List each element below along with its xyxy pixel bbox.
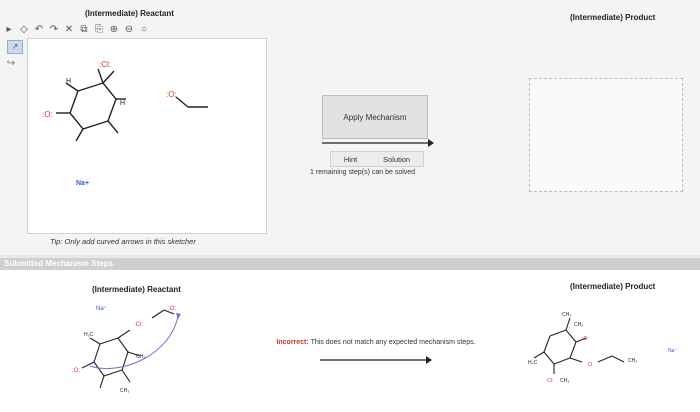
chlorine-atom-label: :Cl: <box>99 60 111 69</box>
chlorine-atom-label: :Cl: <box>134 322 143 328</box>
methyl-label: H₃C <box>528 360 538 366</box>
oxygen-atom-label: :O: <box>42 110 53 119</box>
submitted-reactant-structure: Na⁺ :Cl: H₃C :O: :O: CH₃ CH₃ <box>72 305 181 394</box>
submitted-product-structure: CH₃ CH₃ :O: H₃C :Cl: CH₃ O CH₃ Na⁺ <box>528 312 677 384</box>
sketcher-sidebar: ↗ ↪ <box>6 38 26 208</box>
ethoxide-oxygen-label: :O: <box>168 306 176 312</box>
redo-icon[interactable]: ↷ <box>49 24 59 35</box>
undo-icon[interactable]: ↶ <box>34 24 44 35</box>
oxygen-atom-label: :O: <box>72 368 80 374</box>
sketcher-tip: Tip: Only add curved arrows in this sket… <box>50 237 196 246</box>
curved-arrow-icon[interactable]: ↪ <box>6 58 16 69</box>
sketcher-canvas[interactable]: :Cl: :O: :O: H H Na+ <box>27 38 267 234</box>
reaction-arrow-icon <box>322 139 434 147</box>
zoom-fit-icon[interactable]: ○ <box>139 24 149 35</box>
chloride-label: :Cl: <box>546 378 554 384</box>
product-drop-zone[interactable] <box>529 78 683 192</box>
sodium-ion-label: Na+ <box>76 180 89 187</box>
sodium-ion-label: Na⁺ <box>96 305 107 312</box>
reactant-title: (Intermediate) Reactant <box>85 9 174 18</box>
paste-icon[interactable]: ⎘ <box>94 24 104 35</box>
zoom-in-icon[interactable]: ⊕ <box>109 24 119 35</box>
incorrect-message: This does not match any expected mechani… <box>310 339 476 346</box>
solution-button[interactable]: Solution <box>383 155 410 164</box>
copy-icon[interactable]: ⧉ <box>79 24 89 35</box>
zoom-out-icon[interactable]: ⊖ <box>124 24 134 35</box>
arrow-tool-icon[interactable]: ↗ <box>7 40 23 54</box>
methyl-label: CH₃ <box>120 388 129 394</box>
product-title: (Intermediate) Product <box>570 13 656 22</box>
hint-button[interactable]: Hint <box>344 155 357 164</box>
methyl-label: CH₃ <box>136 354 145 360</box>
delete-icon[interactable]: ✕ <box>64 24 74 35</box>
ethoxide-oxygen-label: :O: <box>166 90 177 99</box>
methyl-label: CH₃ <box>574 322 583 328</box>
hydrogen-label: H <box>66 78 71 85</box>
sketcher-toolbar: ▸ ◇ ↶ ↷ ✕ ⧉ ⎘ ⊕ ⊖ ○ <box>4 21 149 37</box>
methyl-label: H₃C <box>84 332 94 338</box>
submission-status: Incorrect: This does not match any expec… <box>266 338 486 347</box>
sodium-ion-label: Na⁺ <box>668 348 677 354</box>
submitted-product-title: (Intermediate) Product <box>570 282 656 291</box>
submitted-steps-label: Submitted Mechanism Steps <box>4 259 113 268</box>
ether-oxygen-label: O <box>588 362 592 368</box>
submitted-reactant-title: (Intermediate) Reactant <box>92 285 181 294</box>
methyl-label: CH₃ <box>560 378 569 384</box>
incorrect-label: Incorrect: <box>276 339 309 346</box>
apply-mechanism-button[interactable]: Apply Mechanism <box>322 95 428 139</box>
methyl-label: CH₃ <box>562 312 571 318</box>
methyl-label: CH₃ <box>628 358 637 364</box>
oxygen-atom-label: :O: <box>582 336 589 342</box>
select-icon[interactable]: ▸ <box>4 24 14 35</box>
hydrogen-label: H <box>120 100 125 107</box>
remaining-steps-text: 1 remaining step(s) can be solved <box>310 169 416 176</box>
submitted-arrow-icon <box>320 356 432 364</box>
eraser-icon[interactable]: ◇ <box>19 24 29 35</box>
reactant-structure: :Cl: :O: :O: H H Na+ <box>42 60 208 187</box>
hint-solution-bar: Hint Solution <box>330 151 424 167</box>
